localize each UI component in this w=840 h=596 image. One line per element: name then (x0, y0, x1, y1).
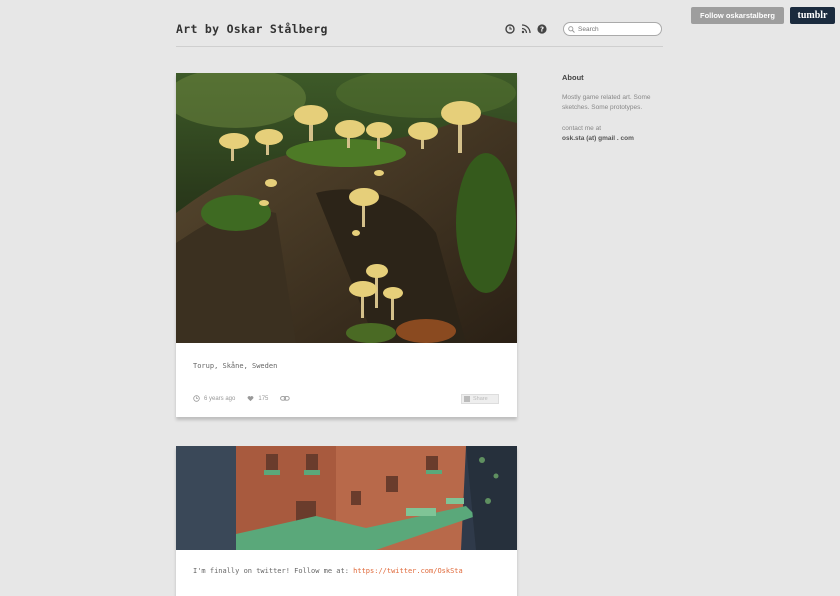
sidebar: About Mostly game related art. Some sket… (562, 73, 672, 144)
permalink-icon[interactable] (280, 395, 291, 402)
post-photo-mushrooms: Torup, Skåne, Sweden 6 years ago 175 Sha… (176, 73, 517, 417)
sidebar-contact-label: contact me at (562, 125, 602, 132)
sidebar-description: Mostly game related art. Some sketches. … (562, 94, 651, 111)
post-photo[interactable] (176, 446, 517, 550)
heart-icon[interactable] (247, 395, 254, 402)
header-divider (176, 46, 663, 47)
twitter-link[interactable]: https://twitter.com/OskSta (353, 567, 463, 575)
caption-text: I'm finally on twitter! Follow me at: (193, 567, 354, 575)
share-icon (464, 396, 470, 402)
post-twitter-announcement: I'm finally on twitter! Follow me at: ht… (176, 446, 517, 596)
sidebar-heading: About (562, 73, 584, 82)
clock-icon (193, 395, 200, 402)
svg-text:?: ? (540, 26, 544, 34)
share-label: Share (473, 396, 488, 402)
post-photo[interactable] (176, 73, 517, 343)
header-icon-bar: ? (505, 24, 547, 34)
share-button[interactable]: Share (461, 394, 499, 404)
search-input[interactable] (575, 25, 658, 33)
post-caption: Torup, Skåne, Sweden (193, 362, 278, 370)
post-timestamp[interactable]: 6 years ago (204, 396, 235, 402)
follow-button[interactable]: Follow oskarstalberg (691, 7, 784, 24)
notes-count[interactable]: 175 (258, 396, 268, 402)
search-icon (568, 25, 575, 33)
tumblr-logo-button[interactable]: tumblr (790, 7, 835, 24)
archive-clock-icon[interactable] (505, 24, 515, 34)
post-meta: 6 years ago 175 (193, 395, 291, 402)
post-caption: I'm finally on twitter! Follow me at: ht… (193, 567, 463, 575)
search-field[interactable] (563, 22, 662, 36)
blog-title[interactable]: Art by Oskar Stålberg (176, 22, 328, 36)
rss-icon[interactable] (521, 24, 531, 34)
sidebar-email: osk.sta (at) gmail . com (562, 135, 634, 142)
question-icon[interactable]: ? (537, 24, 547, 34)
